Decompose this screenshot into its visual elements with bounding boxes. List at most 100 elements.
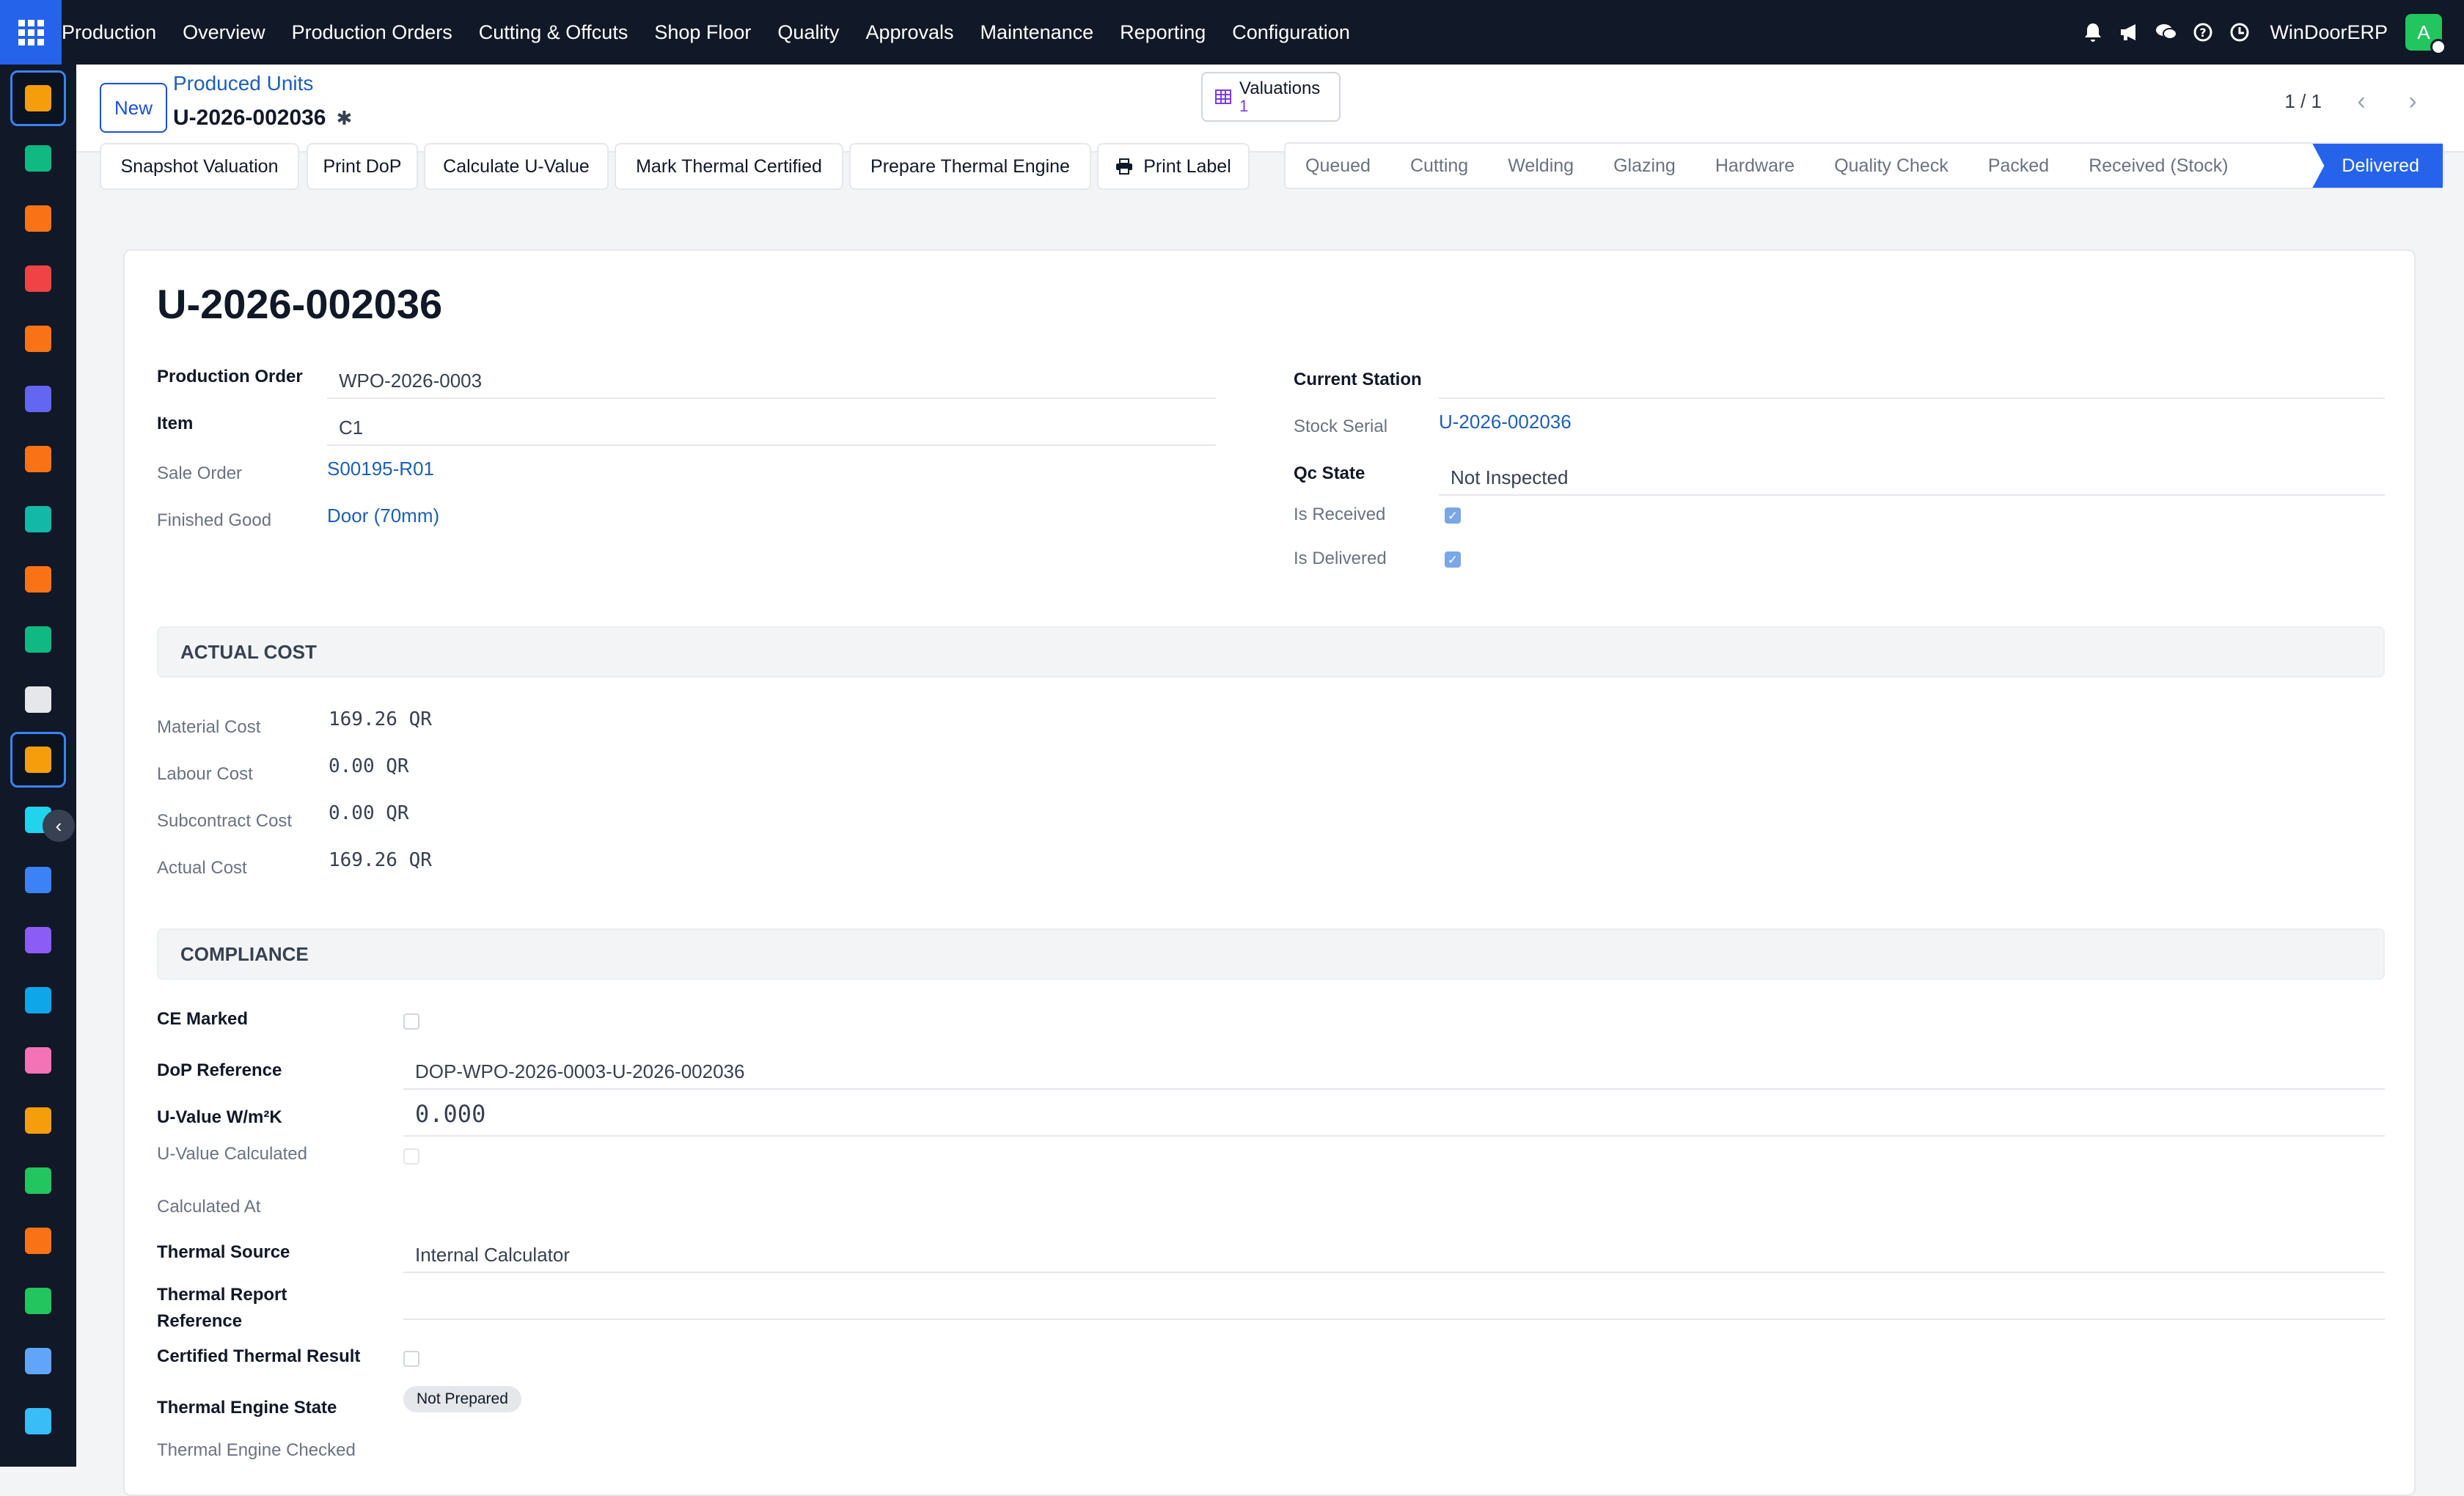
production-icon	[25, 85, 51, 111]
sidebar-app-production[interactable]	[10, 70, 66, 126]
sidebar-app-purchase[interactable]	[10, 912, 66, 968]
u-value-input[interactable]: 0.000	[415, 1100, 485, 1128]
whatsapp-icon	[25, 1288, 51, 1314]
sidebar-app-live-chat[interactable]	[10, 311, 66, 367]
manufacturing-icon	[25, 747, 51, 773]
user-avatar[interactable]: A	[2405, 14, 2446, 55]
email-marketing-icon	[25, 386, 51, 412]
stage-packed[interactable]: Packed	[1968, 144, 2069, 188]
calculate-u-value-button[interactable]: Calculate U-Value	[424, 143, 609, 190]
stage-received-stock[interactable]: Received (Stock)	[2069, 144, 2248, 188]
breadcrumb-parent[interactable]: Produced Units	[173, 72, 313, 95]
menu-quality[interactable]: Quality	[764, 21, 852, 44]
thermal-report-label-line1: Thermal Report	[157, 1285, 287, 1305]
sidebar-app-team[interactable]	[10, 1033, 66, 1088]
thermal-report-reference-input[interactable]	[403, 1319, 2385, 1320]
sidebar-app-contacts[interactable]	[10, 131, 66, 186]
sidebar-app-inventory[interactable]	[10, 672, 66, 727]
sidebar-app-manufacturing[interactable]	[10, 732, 66, 788]
new-button[interactable]: New	[100, 83, 167, 133]
printer-icon	[1116, 158, 1133, 175]
finished-good-link[interactable]: Door (70mm)	[327, 505, 439, 527]
mark-thermal-certified-button[interactable]: Mark Thermal Certified	[615, 143, 843, 190]
dop-reference-underline	[403, 1088, 2385, 1090]
sidebar-collapse-icon[interactable]: ‹	[43, 810, 75, 842]
chat-icon[interactable]	[2148, 23, 2185, 42]
app-switcher-button[interactable]	[0, 0, 62, 65]
calendar-icon	[25, 1107, 51, 1134]
timesheets-icon	[25, 1348, 51, 1374]
sidebar-app-calendar[interactable]	[10, 1093, 66, 1148]
stage-quality-check[interactable]: Quality Check	[1814, 144, 1968, 188]
sidebar-app-invoicing[interactable]	[10, 972, 66, 1028]
sale-order-link[interactable]: S00195-R01	[327, 458, 434, 480]
sidebar-app-timesheets[interactable]	[10, 1333, 66, 1389]
menu-maintenance[interactable]: Maintenance	[967, 21, 1107, 44]
is-received-checkbox[interactable]: ✓	[1445, 507, 1461, 524]
record-name: U-2026-002036	[173, 106, 326, 130]
menu-cutting-offcuts[interactable]: Cutting & Offcuts	[466, 21, 642, 44]
stock-serial-label: Stock Serial	[1294, 417, 1388, 436]
chevron-right-icon[interactable]: ›	[2391, 79, 2435, 123]
is-delivered-checkbox[interactable]: ✓	[1445, 551, 1461, 568]
actual-cost-section-header: ACTUAL COST	[157, 626, 2385, 678]
sidebar-app-apps[interactable]	[10, 1393, 66, 1449]
sidebar-app-dashboard[interactable]	[10, 551, 66, 607]
sidebar-app-knowledge[interactable]	[10, 852, 66, 908]
company-switcher[interactable]: WinDoorERP	[2270, 21, 2388, 44]
subcontract-cost-value: 0.00 QR	[329, 802, 409, 824]
thermal-source-select[interactable]: Internal Calculator	[415, 1244, 570, 1266]
sidebar-app-sign[interactable]	[10, 1153, 66, 1209]
sidebar-app-reporting[interactable]	[10, 191, 66, 246]
dop-reference-input[interactable]: DOP-WPO-2026-0003-U-2026-002036	[415, 1060, 744, 1083]
menu-production-orders[interactable]: Production Orders	[279, 21, 466, 44]
stage-queued[interactable]: Queued	[1286, 144, 1390, 188]
stage-hardware[interactable]: Hardware	[1695, 144, 1814, 188]
compliance-section-header: COMPLIANCE	[157, 928, 2385, 980]
dashboard-icon	[25, 566, 51, 593]
valuations-smart-button[interactable]: Valuations 1	[1201, 72, 1341, 122]
gear-icon[interactable]: ✱	[337, 107, 353, 130]
thermal-engine-checked-label: Thermal Engine Checked	[157, 1440, 356, 1460]
sidebar-app-discuss[interactable]	[10, 251, 66, 307]
pager: 1 / 1 ‹ ›	[2284, 79, 2435, 123]
menu-reporting[interactable]: Reporting	[1107, 21, 1219, 44]
megaphone-icon[interactable]	[2111, 23, 2148, 42]
item-value[interactable]: C1	[339, 417, 363, 439]
stage-delivered[interactable]: Delivered	[2312, 144, 2443, 188]
menu-configuration[interactable]: Configuration	[1219, 21, 1363, 44]
prepare-thermal-engine-button[interactable]: Prepare Thermal Engine	[849, 143, 1091, 190]
menu-production[interactable]: Production	[62, 21, 169, 44]
print-label-button[interactable]: Print Label	[1097, 143, 1250, 190]
stage-welding[interactable]: Welding	[1488, 144, 1594, 188]
stage-cutting[interactable]: Cutting	[1390, 144, 1488, 188]
sidebar-app-email-marketing[interactable]	[10, 371, 66, 427]
certified-thermal-result-checkbox[interactable]	[403, 1351, 419, 1367]
certified-thermal-result-label: Certified Thermal Result	[157, 1346, 361, 1366]
snapshot-valuation-button[interactable]: Snapshot Valuation	[100, 143, 299, 190]
sidebar-app-helpdesk[interactable]	[10, 431, 66, 487]
live-chat-icon	[25, 326, 51, 352]
contacts-icon	[25, 145, 51, 172]
sidebar-app-employees[interactable]	[10, 612, 66, 667]
stock-serial-link[interactable]: U-2026-002036	[1439, 411, 1572, 433]
bell-icon[interactable]	[2075, 22, 2111, 43]
stage-glazing[interactable]: Glazing	[1594, 144, 1695, 188]
print-dop-button[interactable]: Print DoP	[307, 143, 418, 190]
main-content: New Produced Units U-2026-002036 ✱ Valua…	[76, 65, 2464, 1496]
menu-shop-floor[interactable]: Shop Floor	[641, 21, 764, 44]
menu-overview[interactable]: Overview	[169, 21, 279, 44]
production-order-label: Production Order	[157, 367, 303, 386]
sidebar-app-website[interactable]	[10, 1213, 66, 1269]
chevron-left-icon[interactable]: ‹	[2339, 79, 2383, 123]
reporting-icon	[25, 205, 51, 232]
sidebar-app-planning[interactable]	[10, 491, 66, 547]
qc-state-select[interactable]: Not Inspected	[1451, 466, 1568, 489]
help-icon[interactable]: ?	[2185, 23, 2221, 42]
production-order-value[interactable]: WPO-2026-0003	[339, 370, 482, 392]
clock-icon[interactable]	[2221, 23, 2258, 42]
menu-approvals[interactable]: Approvals	[852, 21, 967, 44]
ce-marked-checkbox[interactable]	[403, 1013, 419, 1030]
sidebar-app-whatsapp[interactable]	[10, 1273, 66, 1329]
pager-value[interactable]: 1 / 1	[2284, 90, 2322, 113]
